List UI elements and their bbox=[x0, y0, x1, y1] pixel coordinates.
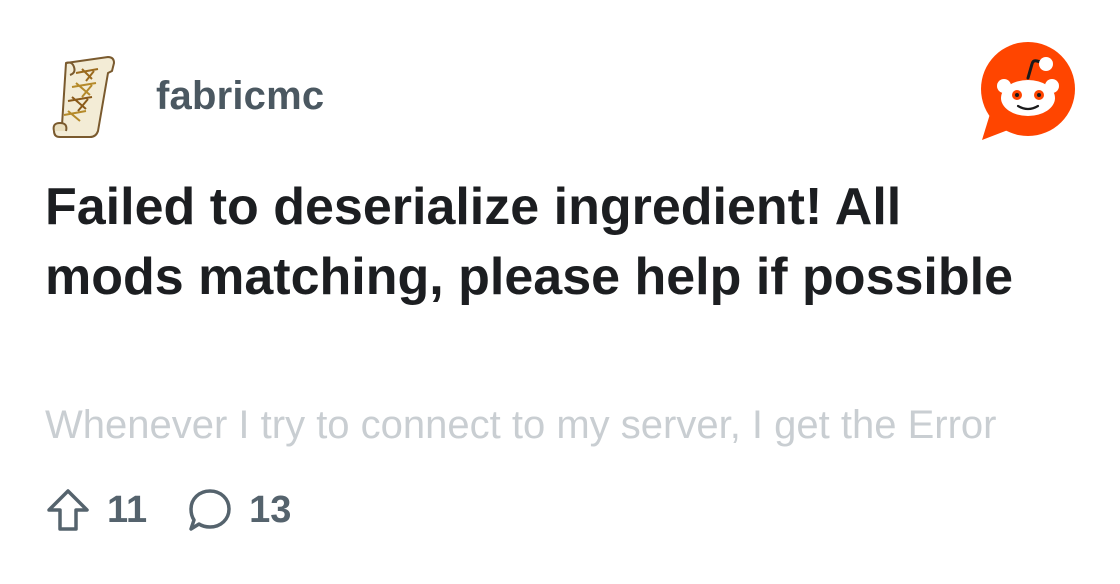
upvote-arrow-icon[interactable] bbox=[45, 487, 91, 533]
comment-count: 13 bbox=[249, 488, 292, 531]
subreddit-name[interactable]: fabricmc bbox=[156, 74, 324, 119]
post-title[interactable]: Failed to deserialize ingredient! All mo… bbox=[45, 172, 1045, 312]
post-stats: 11 13 bbox=[45, 484, 291, 536]
upvote-stat[interactable]: 11 bbox=[45, 487, 147, 533]
comment-bubble-icon[interactable] bbox=[187, 487, 233, 533]
subreddit-header: fabricmc bbox=[46, 48, 324, 144]
upvote-count: 11 bbox=[107, 488, 148, 531]
post-preview-card: fabricmc Failed to deserialize ingredien… bbox=[0, 0, 1120, 584]
comment-stat[interactable]: 13 bbox=[187, 487, 291, 533]
post-excerpt: Whenever I try to connect to my server, … bbox=[45, 403, 997, 447]
scroll-icon bbox=[52, 56, 115, 138]
reddit-logo-icon bbox=[981, 42, 1075, 140]
